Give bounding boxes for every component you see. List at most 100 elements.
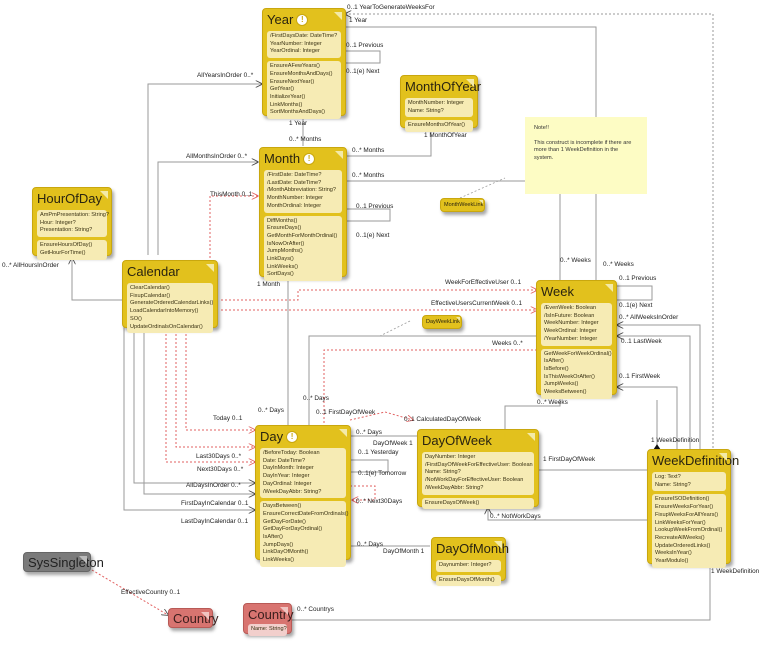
method: WeeksBetween() <box>544 389 587 396</box>
label-yesterday: 0..1 Yesterday <box>358 449 399 456</box>
class-week-definition[interactable]: WeekDefinition Log: Text? Name: String? … <box>647 449 739 568</box>
uml-class-diagram: Year! /FirstDaysDate: DateTime? YearNumb… <box>0 0 776 652</box>
method: LoadCalendarIntoMemory() <box>130 308 199 315</box>
method: DiffMonths() <box>267 217 298 224</box>
methods: EnsureMonthsOfYear() <box>405 120 473 133</box>
class-hour-of-day[interactable]: HourOfDay AmPmPresentation: String? Hour… <box>32 187 112 260</box>
method: WeeksInYear() <box>655 550 692 557</box>
attributes: Name: String? <box>248 624 287 636</box>
label-this-month: ThisMonth 0..1 <box>210 191 253 198</box>
attribute: WeekNumber: Integer <box>544 320 599 327</box>
class-calendar[interactable]: Calendar ClearCalendar() FixupCalendar()… <box>122 260 218 334</box>
attribute: AmPmPresentation: String? <box>40 212 110 218</box>
method: JumpDays() <box>263 541 294 548</box>
method: LinkWeeks() <box>263 557 294 564</box>
method: YearModulo() <box>655 558 689 565</box>
attribute: /WeekDayAbbr: String? <box>263 488 322 495</box>
attribute: /FirstDaysDate: DateTime? <box>270 33 338 39</box>
attribute: MonthNumber: Integer <box>408 100 464 106</box>
method: SO() <box>130 315 142 322</box>
line-all-years <box>147 84 262 255</box>
class-country[interactable]: Country Name: String? <box>243 603 294 636</box>
attribute: Date: DateTime? <box>263 457 306 464</box>
method: IsAfter() <box>263 534 283 541</box>
methods: EnsureDaysOfWeek() <box>422 497 534 510</box>
corner-fold <box>605 284 613 292</box>
attributes: AmPmPresentation: String? Hour: Integer?… <box>37 210 110 238</box>
corner-fold <box>334 12 342 20</box>
attribute: YearOrdinal: Integer <box>270 48 320 55</box>
line-year-self <box>345 50 381 64</box>
label-year-previous: 0..1 Previous <box>346 42 384 49</box>
note[interactable]: Note!! This construct is incomplete if t… <box>525 117 647 194</box>
class-name: MonthWeekLink <box>444 202 484 208</box>
corner-fold <box>206 264 214 272</box>
method: EnsureWeeksForYear() <box>655 504 714 511</box>
method: EnsureDays() <box>267 225 302 232</box>
corner-fold <box>79 556 87 564</box>
label-first-day-of-week: 0..1 FirstDayOfWeek <box>316 409 376 416</box>
line-all-hours <box>72 258 124 301</box>
method: EnsureDaysOfMonth() <box>439 576 495 583</box>
label-days-week: 0..* Days <box>303 395 329 402</box>
label-users-current-week: EffectiveUsersCurrentWeek 0..1 <box>431 300 523 307</box>
method: IsAfter() <box>544 358 564 365</box>
class-month[interactable]: Month! /FirstDate: DateTime? /LastDate: … <box>259 147 347 282</box>
label-next30-right: 0..* Next30Days <box>356 498 403 505</box>
label-month-previous: 0..1 Previous <box>356 203 394 210</box>
label-day-of-month-1: DayOfMonth 1 <box>383 548 425 555</box>
class-day-of-week[interactable]: DayOfWeek DayNumber: Integer /FirstDayOf… <box>417 429 539 510</box>
class-week[interactable]: Week /EvenWeek: Boolean /IsInFuture: Boo… <box>536 280 617 399</box>
class-name: Week <box>541 284 574 299</box>
label-days-month: 0..* Days <box>258 407 284 414</box>
class-name: Year <box>267 12 294 27</box>
attributes: /BeforeToday: Boolean Date: DateTime? Da… <box>260 448 346 499</box>
method: FixupCalendar() <box>130 292 171 299</box>
class-month-of-year[interactable]: MonthOfYear MonthNumber: Integer Name: S… <box>400 75 481 133</box>
class-month-week-link[interactable]: MonthWeekLink <box>440 198 485 212</box>
class-day[interactable]: Day! /BeforeToday: Boolean Date: DateTim… <box>255 425 351 567</box>
method: EnsureMonthsOfYear() <box>408 122 465 129</box>
corner-fold <box>719 453 727 461</box>
class-day-of-month[interactable]: DayOfMonth Daynumber: Integer? EnsureDay… <box>431 537 509 587</box>
class-sys-singleton[interactable]: SysSingleton <box>23 552 104 572</box>
label-effective-country: EffectiveCountry 0..1 <box>121 589 181 596</box>
class-name: Day <box>260 429 284 444</box>
method: GetHourForTime() <box>40 249 86 256</box>
attribute: MonthOrdinal: Integer <box>267 202 322 209</box>
method: LinkDays() <box>267 256 294 263</box>
method: EnsureNextYear() <box>270 78 315 85</box>
method: GetMonthForMonthOrdinal() <box>267 232 338 239</box>
corner-fold <box>456 317 460 321</box>
attribute: Daynumber: Integer? <box>439 562 492 568</box>
attributes: Daynumber: Integer? <box>436 560 501 572</box>
label-last-week: 0..1 LastWeek <box>621 338 662 345</box>
method: GetWeekForWeekOrdinal() <box>544 350 612 357</box>
methods: DiffMonths() EnsureDays() GetMonthForMon… <box>264 215 342 282</box>
class-name: HourOfDay <box>37 191 103 206</box>
warning-icon: ! <box>286 431 299 443</box>
class-country-ref[interactable]: Country <box>168 608 219 628</box>
methods: ClearCalendar() FixupCalendar() Generate… <box>127 283 213 334</box>
label-countrys: 0..* Countrys <box>297 606 334 613</box>
method: EnsureMonthsAndDays() <box>270 70 333 77</box>
class-day-week-link[interactable]: DayWeekLink <box>422 315 462 329</box>
class-year[interactable]: Year! /FirstDaysDate: DateTime? YearNumb… <box>262 8 346 120</box>
class-name: SysSingleton <box>28 555 104 570</box>
method: EnsureISODefinition() <box>655 496 710 503</box>
corner-fold <box>100 191 108 199</box>
attribute: /LastDate: DateTime? <box>267 179 322 186</box>
corner-fold <box>201 612 209 620</box>
label-one-week-definition-bottom: 1 WeekDefinition <box>711 568 760 575</box>
label-month-next: 0..1(e) Next <box>356 232 390 239</box>
label-weeks-dow: 0..* Weeks <box>537 399 568 406</box>
attribute: /YearNumber: Integer <box>544 335 598 342</box>
method: LinkWeeksForYear() <box>655 519 706 526</box>
label-months-moy: 0..* Months <box>352 147 385 154</box>
label-week-previous: 0..1 Previous <box>619 275 657 282</box>
label-weeks-year: 0..* Weeks <box>603 261 634 268</box>
label-last-day-cal: LastDayInCalendar 0..1 <box>181 518 249 525</box>
attribute: /NotWorkDayForEffectiveUser: Boolean <box>425 477 524 484</box>
method: JumpMonths() <box>267 248 303 255</box>
label-next30: Next30Days 0..* <box>197 466 244 473</box>
